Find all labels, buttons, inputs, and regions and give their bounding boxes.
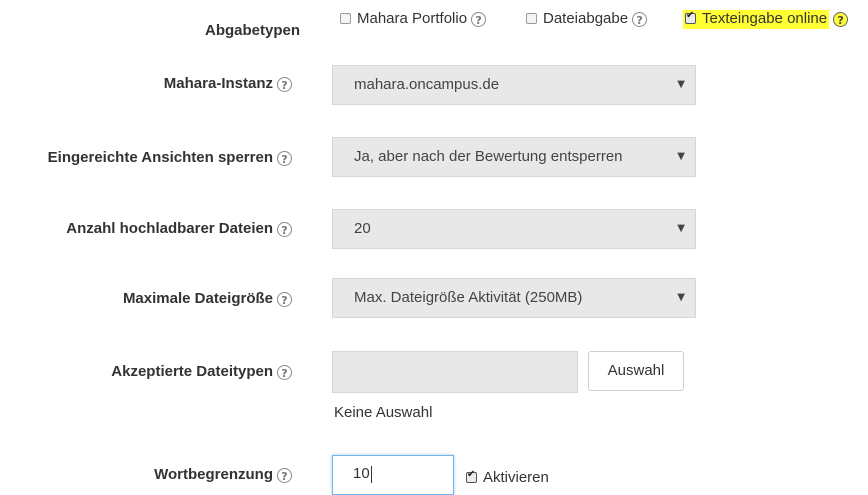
- help-icon[interactable]: ?: [277, 150, 292, 166]
- field-value: 10: [353, 465, 370, 482]
- select-value: Ja, aber nach der Bewertung entsperren: [354, 148, 623, 165]
- text-cursor: [370, 465, 372, 483]
- checkbox-checked-icon[interactable]: [685, 10, 696, 24]
- caret-down-icon: ▼: [677, 292, 685, 303]
- caret-down-icon: ▼: [677, 223, 685, 234]
- word-limit-label: Wortbegrenzung?: [154, 466, 292, 483]
- enable-label: Aktivieren: [483, 469, 549, 486]
- select-value: Max. Dateigröße Aktivität (250MB): [354, 289, 583, 306]
- accepted-types-label: Akzeptierte Dateitypen?: [111, 363, 292, 380]
- help-icon[interactable]: ?: [833, 11, 849, 27]
- help-icon[interactable]: ?: [277, 76, 292, 92]
- label-text: Anzahl hochladbarer Dateien: [66, 220, 273, 237]
- option-label: Dateiabgabe: [543, 10, 629, 27]
- label-text: Akzeptierte Dateitypen: [111, 363, 273, 380]
- option-mahara-portfolio[interactable]: Mahara Portfolio?: [340, 10, 487, 27]
- checkbox-checked-icon[interactable]: [466, 469, 477, 483]
- help-icon[interactable]: ?: [277, 291, 292, 307]
- highlight-marker: Texteingabe online: [683, 10, 830, 29]
- label-text: Mahara-Instanz: [163, 75, 273, 92]
- no-selection-status: Keine Auswahl: [334, 404, 433, 421]
- option-texteingabe-online[interactable]: Texteingabe online?: [683, 10, 849, 29]
- lock-views-label: Eingereichte Ansichten sperren?: [48, 149, 292, 166]
- lock-views-select[interactable]: Ja, aber nach der Bewertung entsperren ▼: [332, 137, 696, 177]
- help-icon[interactable]: ?: [632, 11, 648, 27]
- help-icon[interactable]: ?: [277, 221, 292, 237]
- assignment-types-label: Abgabetypen: [204, 22, 300, 39]
- select-value: mahara.oncampus.de: [354, 76, 500, 93]
- mahara-instance-select[interactable]: mahara.oncampus.de ▼: [332, 65, 696, 105]
- word-limit-input[interactable]: 10: [332, 455, 454, 495]
- checkbox-icon[interactable]: [526, 12, 537, 24]
- option-label: Texteingabe online: [702, 10, 828, 27]
- help-icon[interactable]: ?: [471, 11, 487, 27]
- label-text: Maximale Dateigröße: [122, 290, 273, 307]
- max-file-size-label: Maximale Dateigröße?: [123, 290, 292, 307]
- help-icon[interactable]: ?: [277, 364, 292, 380]
- mahara-instance-label: Mahara-Instanz?: [164, 75, 292, 92]
- checkbox-icon[interactable]: [340, 12, 351, 24]
- select-types-button[interactable]: Auswahl: [588, 351, 684, 391]
- caret-down-icon: ▼: [677, 79, 685, 90]
- max-file-size-select[interactable]: Max. Dateigröße Aktivität (250MB) ▼: [332, 278, 696, 318]
- option-dateiabgabe[interactable]: Dateiabgabe?: [526, 10, 648, 27]
- enable-word-limit[interactable]: Aktivieren: [466, 469, 549, 486]
- max-files-label: Anzahl hochladbarer Dateien?: [66, 220, 292, 237]
- label-text: Wortbegrenzung: [154, 466, 273, 483]
- help-icon[interactable]: ?: [277, 467, 292, 483]
- caret-down-icon: ▼: [677, 151, 685, 162]
- select-value: 20: [354, 220, 371, 237]
- accepted-types-field[interactable]: [332, 351, 578, 393]
- max-files-select[interactable]: 20 ▼: [332, 209, 696, 249]
- option-label: Mahara Portfolio: [357, 10, 468, 27]
- label-text: Eingereichte Ansichten sperren: [47, 149, 273, 166]
